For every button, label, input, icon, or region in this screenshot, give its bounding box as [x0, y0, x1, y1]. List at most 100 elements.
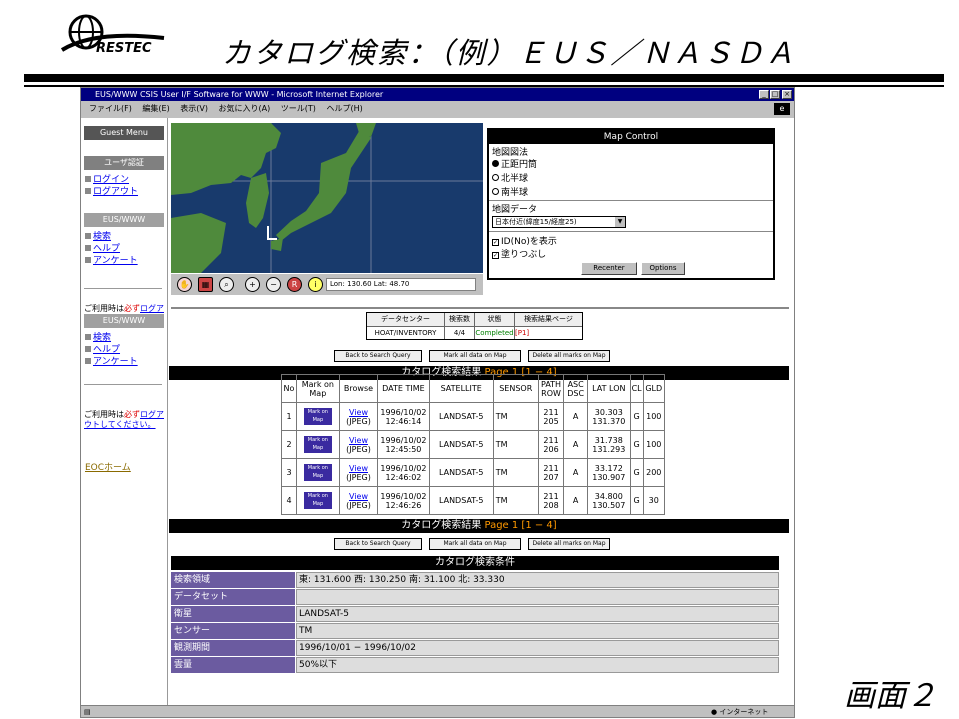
condition-row: 観測期間 1996/10/01 − 1996/10/02 — [171, 640, 779, 657]
summary-page-link[interactable]: [P1] — [515, 326, 582, 339]
nav-eoc-home-link[interactable]: EOCホーム — [85, 460, 131, 473]
menu-favorites[interactable]: お気に入り(A) — [219, 104, 271, 113]
close-button[interactable]: × — [782, 90, 792, 99]
back-to-search-button[interactable]: Back to Search Query — [334, 350, 422, 362]
cell-pathrow: 211 207 — [537, 458, 565, 487]
browse-cell[interactable]: View (JPEG) — [338, 486, 379, 515]
cell-cl: G — [629, 430, 644, 459]
window-titlebar: EUS/WWW CSIS User I/F Software for WWW -… — [81, 88, 794, 101]
map-control-panel: Map Control 地図図法 正距円筒 北半球 南半球 地図データ 日本付近… — [487, 128, 775, 280]
nav-survey-link-2[interactable]: アンケート — [85, 354, 138, 367]
condition-row: センサー TM — [171, 623, 779, 640]
col-sensor: SENSOR — [492, 374, 539, 403]
search-area-marker — [267, 226, 269, 240]
delete-all-marks-button[interactable]: Delete all marks on Map — [528, 350, 610, 362]
options-button[interactable]: Options — [641, 262, 685, 275]
map-view[interactable] — [171, 123, 483, 273]
show-id-checkbox[interactable]: ✓ ID(No)を表示 — [492, 234, 557, 247]
col-gld: GLD — [642, 374, 666, 403]
summary-count: 4/4 — [445, 326, 475, 339]
mark-all-button-bottom[interactable]: Mark all data on Map — [429, 538, 521, 550]
globe-icon[interactable]: ▦ — [198, 277, 213, 292]
bullet-icon — [85, 188, 91, 194]
mark-all-button[interactable]: Mark all data on Map — [429, 350, 521, 362]
zoom-in-icon[interactable]: + — [245, 277, 260, 292]
mark-on-map-button[interactable]: Mark on Map — [295, 402, 340, 431]
condition-key: 観測期間 — [171, 640, 295, 656]
cell-cl: G — [629, 486, 644, 515]
mark-on-map-button[interactable]: Mark on Map — [295, 430, 340, 459]
condition-value: 50%以下 — [296, 657, 779, 673]
magnifier-icon[interactable]: ⌕ — [219, 277, 234, 292]
col-ascdsc: ASC DSC — [563, 374, 588, 403]
cell-latlon: 34.800 130.507 — [586, 486, 631, 515]
condition-value: 1996/10/01 − 1996/10/02 — [296, 640, 779, 656]
mark-on-map-button[interactable]: Mark on Map — [295, 458, 340, 487]
cell-gld: 100 — [642, 430, 666, 459]
nav-divider — [84, 288, 162, 289]
panel-divider — [489, 231, 773, 232]
cell-no: 1 — [281, 402, 297, 431]
browse-cell[interactable]: View (JPEG) — [338, 430, 379, 459]
menu-tools[interactable]: ツール(T) — [281, 104, 316, 113]
condition-value — [296, 589, 779, 605]
menu-edit[interactable]: 編集(E) — [142, 104, 169, 113]
menu-help[interactable]: ヘルプ(H) — [326, 104, 362, 113]
hand-icon[interactable]: ✋ — [177, 277, 192, 292]
delete-all-marks-button-bottom[interactable]: Delete all marks on Map — [528, 538, 610, 550]
fill-checkbox[interactable]: ✓ 塗りつぶし — [492, 247, 546, 260]
conditions-title: カタログ検索条件 — [171, 556, 779, 570]
projection-radio-north[interactable]: 北半球 — [492, 171, 528, 184]
view-format: (JPEG) — [346, 444, 371, 454]
browse-cell[interactable]: View (JPEG) — [338, 402, 379, 431]
map-control-title: Map Control — [489, 130, 773, 144]
condition-value: TM — [296, 623, 779, 639]
internet-globe-icon: ● — [711, 708, 718, 716]
menu-view[interactable]: 表示(V) — [180, 104, 208, 113]
recenter-button[interactable]: Recenter — [581, 262, 637, 275]
menu-file[interactable]: ファイル(F) — [89, 104, 132, 113]
back-to-search-button-bottom[interactable]: Back to Search Query — [334, 538, 422, 550]
summary-center: HOAT/INVENTORY — [367, 326, 445, 339]
condition-row: 雲量 50%以下 — [171, 657, 779, 674]
slide-title: カタログ検索：（例）ＥＵＳ／ＮＡＳＤＡ — [222, 36, 797, 70]
condition-key: 検索領域 — [171, 572, 295, 588]
view-link: View — [349, 435, 368, 445]
results-divider — [171, 307, 789, 309]
results-body: 1 Mark on Map View (JPEG) 1996/10/02 12:46:14… — [281, 402, 666, 515]
ie-throbber-icon: e — [774, 103, 790, 115]
window-title: EUS/WWW CSIS User I/F Software for WWW -… — [95, 90, 384, 99]
cell-latlon: 30.303 131.370 — [586, 402, 631, 431]
nav-divider — [84, 384, 162, 385]
mark-on-map-button[interactable]: Mark on Map — [295, 486, 340, 515]
cell-pathrow: 211 208 — [537, 486, 565, 515]
cell-ascdsc: A — [563, 430, 588, 459]
view-link: View — [349, 491, 368, 501]
projection-radio-south[interactable]: 南半球 — [492, 185, 528, 198]
col-pathrow: PATH ROW — [537, 374, 565, 403]
nav-survey-link[interactable]: アンケート — [85, 253, 138, 266]
info-icon[interactable]: i — [308, 277, 323, 292]
nav-logout-link[interactable]: ログアウト — [85, 184, 138, 197]
projection-radio-equirect[interactable]: 正距円筒 — [492, 157, 537, 170]
cell-sensor: TM — [492, 458, 539, 487]
cell-sensor: TM — [492, 430, 539, 459]
reset-icon[interactable]: R — [287, 277, 302, 292]
maximize-button[interactable]: □ — [770, 90, 780, 99]
browse-cell[interactable]: View (JPEG) — [338, 458, 379, 487]
cell-no: 2 — [281, 430, 297, 459]
cell-datetime: 1996/10/02 12:46:02 — [377, 458, 430, 487]
zoom-out-icon[interactable]: − — [266, 277, 281, 292]
col-browse: Browse — [338, 374, 379, 403]
results-table: No Mark on Map Browse DATE TIME SATELLIT… — [281, 374, 666, 515]
view-format: (JPEG) — [346, 472, 371, 482]
cell-ascdsc: A — [563, 402, 588, 431]
status-bar: ▤ ● インターネット — [81, 705, 794, 717]
condition-value: LANDSAT-5 — [296, 606, 779, 622]
cell-datetime: 1996/10/02 12:46:26 — [377, 486, 430, 515]
map-data-select[interactable]: 日本付近(緯度15/経度25) ▼ — [492, 216, 626, 228]
cell-cl: G — [629, 458, 644, 487]
col-cl: CL — [629, 374, 644, 403]
minimize-button[interactable]: _ — [759, 90, 769, 99]
cell-satellite: LANDSAT-5 — [428, 458, 494, 487]
